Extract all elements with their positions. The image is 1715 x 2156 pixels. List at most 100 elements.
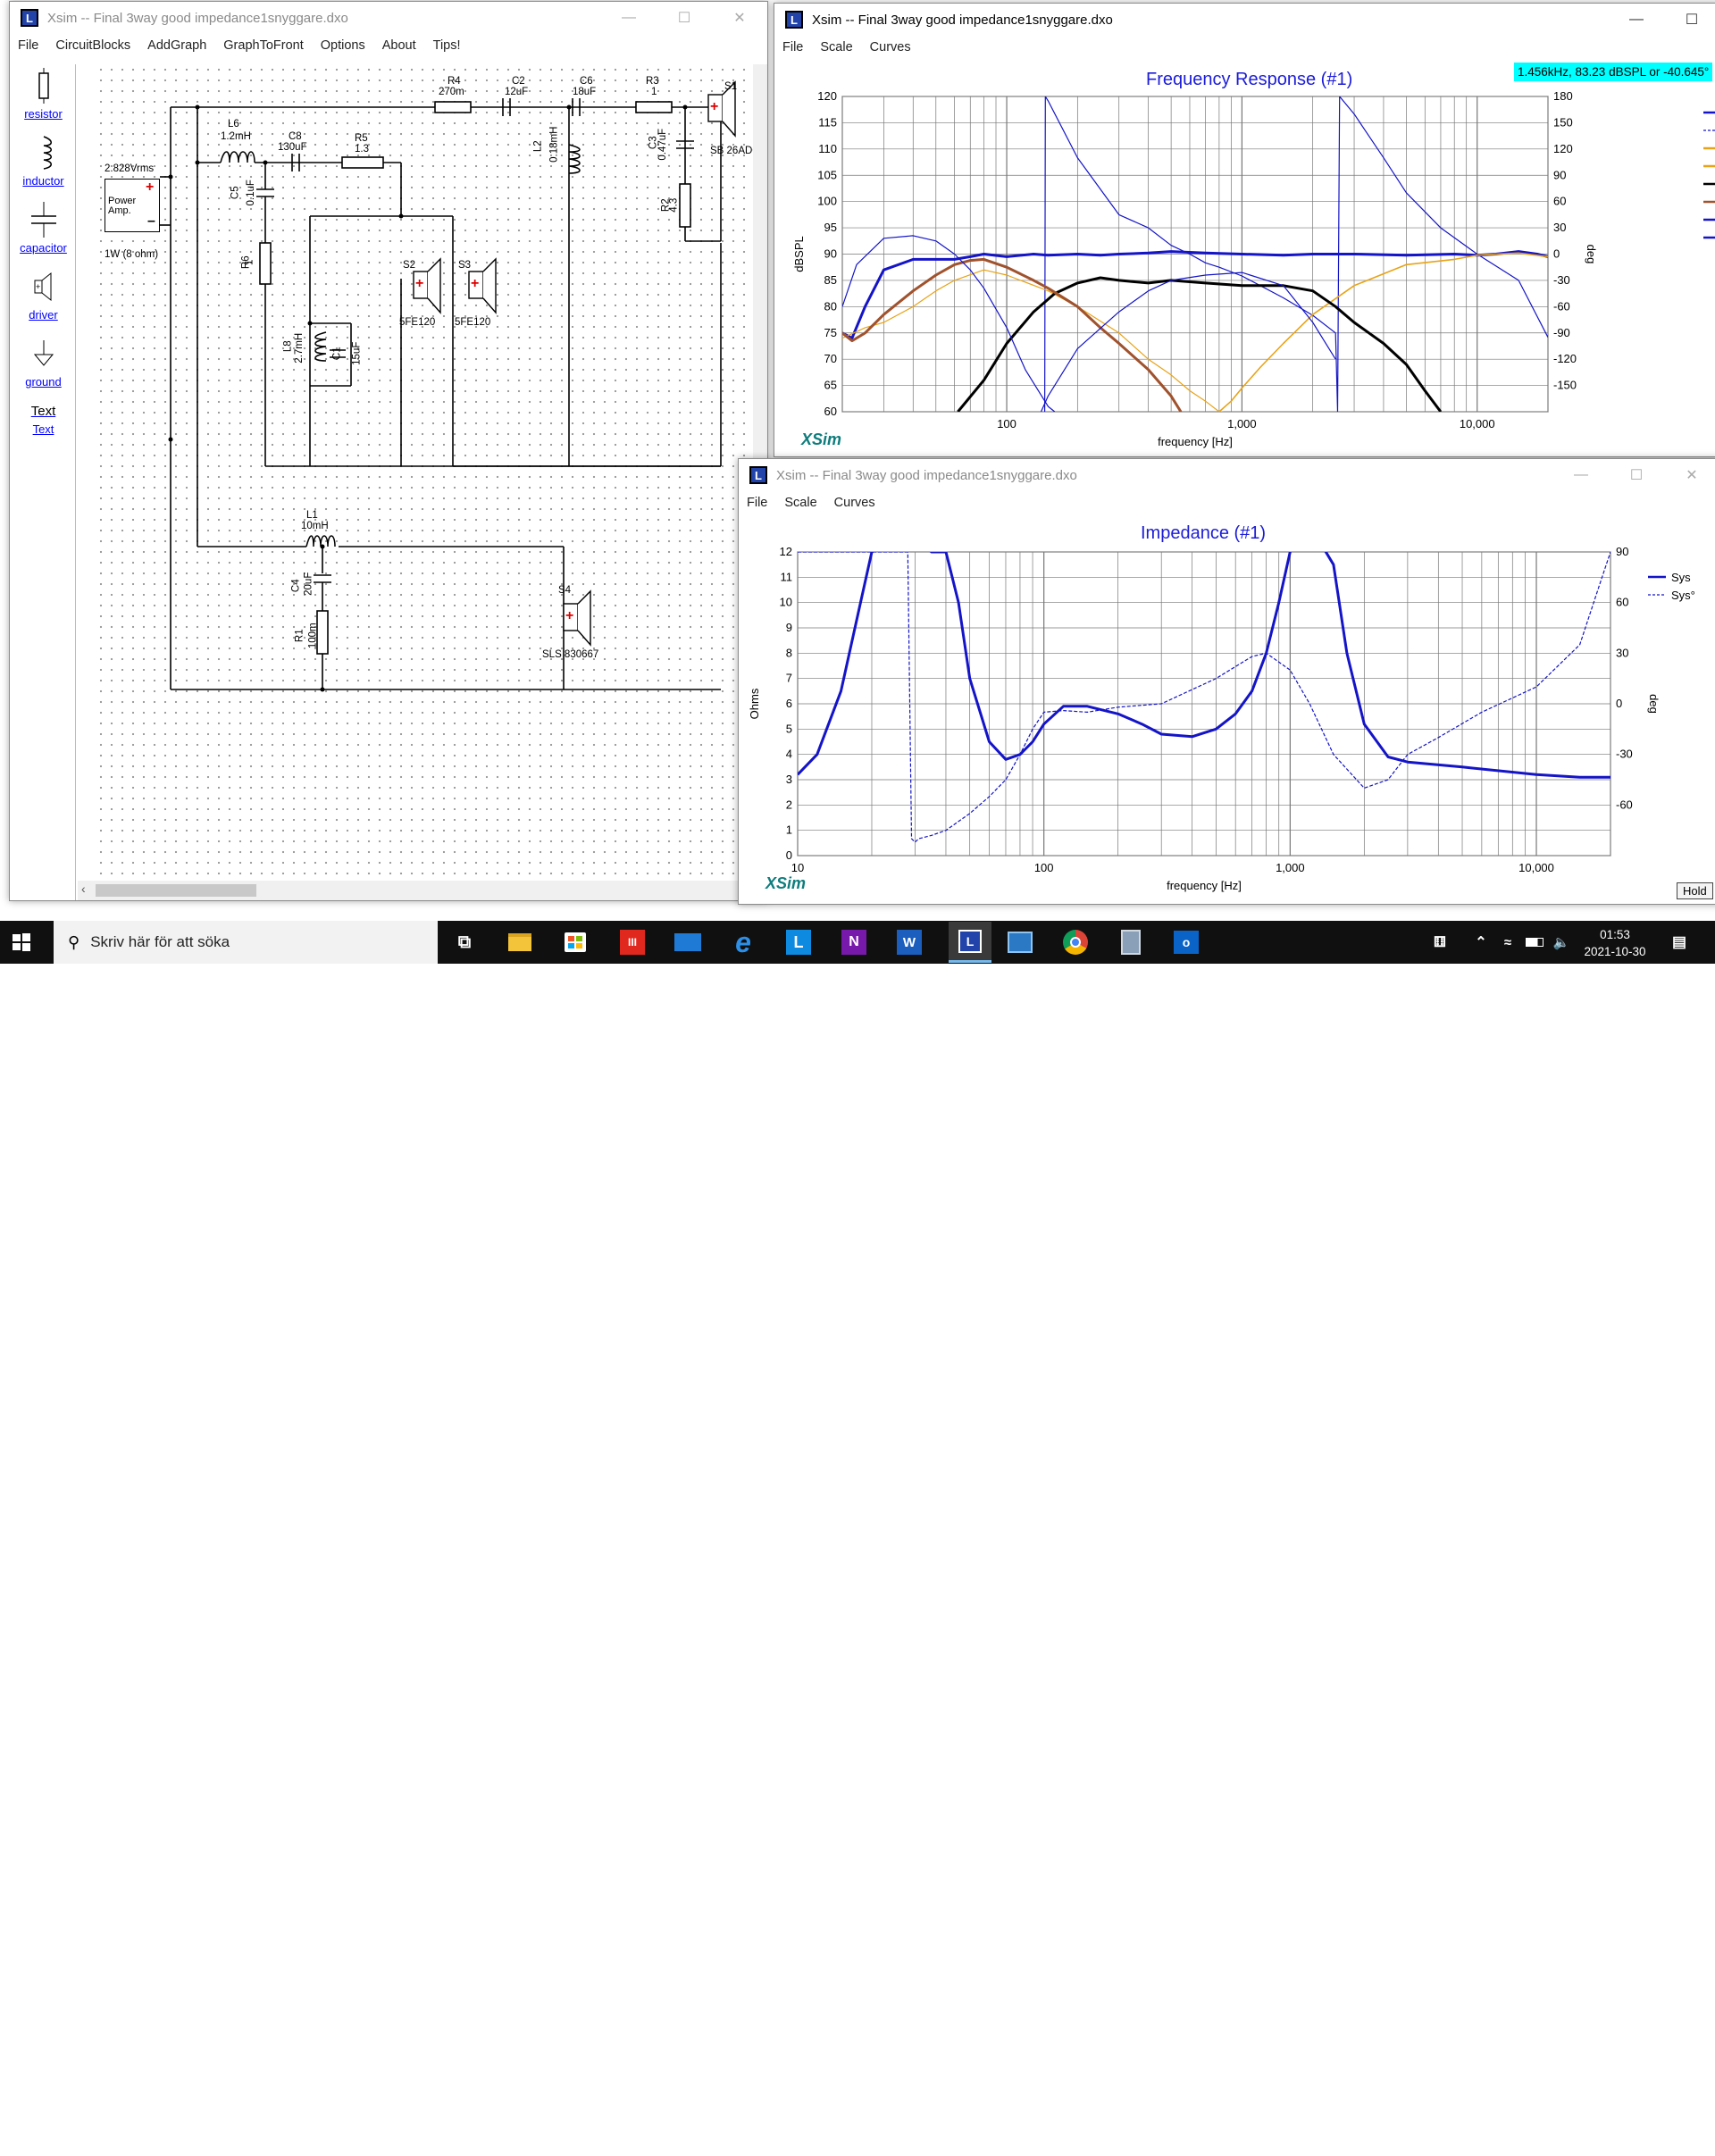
menu-file[interactable]: File [782, 40, 803, 54]
main-window-titlebar[interactable]: L Xsim -- Final 3way good impedance1snyg… [10, 2, 767, 34]
menu-file[interactable]: File [747, 496, 767, 510]
y-tick-label: 9 [786, 621, 792, 634]
comp-value: 5FE120 [455, 317, 491, 328]
frequency-response-chart[interactable]: 60 65 70 75 80 85 90 95 100 105 110 115 120 -150 -120 -… [774, 57, 1715, 450]
tool-inductor[interactable]: inductor [12, 131, 75, 198]
comp-value: 20uF [303, 572, 314, 596]
scroll-left-icon[interactable]: ‹ [81, 882, 86, 896]
menu-file[interactable]: File [18, 38, 38, 53]
minimize-icon[interactable]: — [1553, 459, 1609, 491]
tool-inductor-label: inductor [22, 174, 64, 188]
comp-ref: S1 [724, 81, 738, 92]
menu-graphtofront[interactable]: GraphToFront [223, 38, 303, 53]
horizontal-scrollbar[interactable]: ‹ [78, 881, 767, 900]
imp-window-titlebar[interactable]: L Xsim -- Final 3way good impedance1snyg… [739, 459, 1715, 491]
minimize-icon[interactable]: — [601, 2, 657, 34]
close-icon[interactable]: ✕ [1664, 459, 1715, 491]
amp-voltage: 2.828Vrms [105, 163, 155, 174]
taskbar-search-box[interactable]: ⚲ Skriv här för att söka [54, 921, 438, 964]
menu-curves[interactable]: Curves [870, 40, 911, 54]
x-tick-label: 10,000 [1460, 417, 1495, 430]
volume-icon[interactable]: 🔈 [1545, 926, 1577, 958]
x-tick-label: 10 [791, 861, 804, 874]
y-tick-label: 7 [786, 672, 792, 685]
y-tick-label: 11 [781, 570, 793, 583]
minimize-icon[interactable]: — [1609, 4, 1664, 36]
photos-icon[interactable] [1004, 926, 1036, 958]
hold-button[interactable]: Hold [1677, 882, 1713, 899]
freq-menubar: File Scale Curves [774, 36, 1715, 59]
comp-ref: R3 [646, 76, 659, 87]
amp-plus-icon: + [146, 180, 155, 195]
scroll-thumb[interactable] [96, 884, 256, 897]
comp-value: 5FE120 [399, 317, 436, 328]
amp-power: 1W (8 ohm) [105, 249, 159, 260]
menu-scale[interactable]: Scale [784, 496, 816, 510]
svg-text:+: + [710, 99, 718, 114]
edge-icon[interactable]: e [727, 926, 759, 958]
y2-tick-label: 120 [1553, 142, 1573, 155]
menu-about[interactable]: About [382, 38, 416, 53]
comp-value: 12uF [505, 87, 529, 97]
menu-curves[interactable]: Curves [834, 496, 875, 510]
search-icon: ⚲ [68, 932, 80, 951]
file-explorer-icon[interactable] [504, 926, 536, 958]
comp-value: SLS 830667 [542, 649, 599, 660]
mail-icon[interactable] [672, 926, 704, 958]
tool-capacitor[interactable]: capacitor [12, 198, 75, 265]
app-l-icon[interactable]: L [782, 926, 815, 958]
comp-ref: C4 [290, 579, 302, 593]
maximize-icon[interactable]: ☐ [1609, 459, 1664, 491]
xsim-logo: XSim [801, 430, 842, 448]
y-tick-label: 105 [817, 168, 837, 181]
impedance-chart[interactable]: 0123456789101112-60-30030609010 100 1,000 1… [739, 513, 1715, 897]
app-icon: L [21, 9, 38, 27]
windows-logo-icon [13, 933, 30, 951]
outlook-icon[interactable]: o [1170, 926, 1202, 958]
menu-addgraph[interactable]: AddGraph [147, 38, 206, 53]
y-tick-label: 70 [824, 352, 837, 365]
inductor-icon [34, 131, 54, 174]
x-tick-label: 10,000 [1518, 861, 1554, 874]
y-tick-label: 6 [786, 697, 792, 710]
maximize-icon[interactable]: ☐ [1664, 4, 1715, 36]
word-icon[interactable]: W [893, 926, 925, 958]
xsim-taskbar-icon[interactable]: L [949, 922, 991, 963]
comp-ref: R4 [448, 76, 461, 87]
tool-ground[interactable]: ground [12, 332, 75, 399]
y-tick-label: 75 [824, 326, 837, 339]
tool-resistor[interactable]: resistor [12, 64, 75, 131]
start-button[interactable] [13, 933, 30, 951]
tool-driver[interactable]: + driver [12, 265, 75, 332]
onenote-icon[interactable]: N [838, 926, 870, 958]
app-red-icon[interactable]: III [616, 926, 648, 958]
freq-window-titlebar[interactable]: L Xsim -- Final 3way good impedance1snyg… [774, 4, 1715, 36]
maximize-icon[interactable]: ☐ [657, 2, 712, 34]
imp-menubar: File Scale Curves [739, 491, 1715, 514]
comp-ref: L1 [306, 510, 318, 521]
comp-value: 1.3 [355, 144, 369, 155]
amp-minus-icon: – [147, 213, 155, 229]
notifications-icon[interactable]: ▤ [1663, 926, 1695, 958]
menu-scale[interactable]: Scale [820, 40, 852, 54]
clock[interactable]: 01:53 2021-10-30 [1577, 926, 1652, 960]
calculator-icon[interactable] [1115, 926, 1147, 958]
tool-text[interactable]: Text Text [12, 399, 75, 466]
people-icon[interactable]: ⚅ [1424, 926, 1456, 958]
x-tick-label: 100 [997, 417, 1016, 430]
close-icon[interactable]: ✕ [712, 2, 767, 34]
menu-tips[interactable]: Tips! [433, 38, 461, 53]
y2-tick-label: -150 [1553, 379, 1577, 392]
store-icon[interactable] [559, 926, 591, 958]
y2-tick-label: 180 [1553, 89, 1573, 103]
chrome-icon[interactable] [1059, 926, 1092, 958]
y-tick-label: 12 [780, 545, 792, 558]
comp-ref: C6 [580, 76, 593, 87]
comp-value: 0.47uF [657, 128, 669, 161]
y-tick-label: 60 [824, 405, 837, 418]
schematic-canvas[interactable]: + + + + Power Amp. + – 2.828Vrms 1W (8 ohm)… [96, 64, 767, 881]
menu-circuitblocks[interactable]: CircuitBlocks [55, 38, 130, 53]
driver-icon: + [31, 265, 56, 308]
menu-options[interactable]: Options [321, 38, 365, 53]
task-view-icon[interactable]: ⧉ [448, 926, 481, 958]
